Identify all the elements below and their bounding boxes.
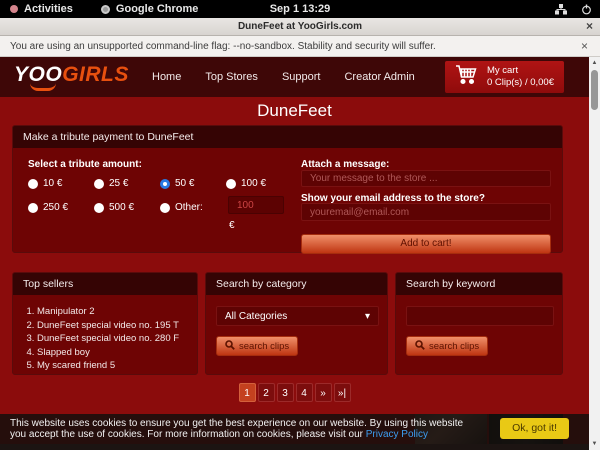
nav-creator-admin[interactable]: Creator Admin <box>344 71 414 83</box>
category-select[interactable]: All Categories ▾ <box>216 306 379 326</box>
radio-50-selected[interactable] <box>160 179 170 189</box>
search-clips-category-button[interactable]: search clips <box>216 336 298 356</box>
web-page: YOOGIRLS Home Top Stores Support Creator… <box>0 57 589 450</box>
other-amount-input[interactable] <box>228 196 284 214</box>
logo-girls: GIRLS <box>62 63 129 86</box>
message-label: Attach a message: <box>301 159 389 170</box>
add-to-cart-button[interactable]: Add to cart! <box>301 234 551 254</box>
top-sellers-panel: Top sellers Manipulator 2 DuneFeet speci… <box>12 272 198 375</box>
amount-option-100[interactable]: 100 € <box>226 178 292 189</box>
list-item[interactable]: DuneFeet special video no. 195 T <box>37 319 197 333</box>
cookie-text: This website uses cookies to ensure you … <box>0 418 480 441</box>
page-last-button[interactable]: »| <box>334 383 351 402</box>
power-icon[interactable] <box>581 4 592 15</box>
window-close-button[interactable]: × <box>586 19 593 33</box>
page-button-3[interactable]: 3 <box>277 383 294 402</box>
radio-25[interactable] <box>94 179 104 189</box>
radio-10[interactable] <box>28 179 38 189</box>
chrome-warning-bar: You are using an unsupported command-lin… <box>0 36 600 57</box>
email-input[interactable] <box>301 203 551 221</box>
page-button-2[interactable]: 2 <box>258 383 275 402</box>
clock[interactable]: Sep 1 13:29 <box>0 3 600 15</box>
network-icon[interactable] <box>555 4 567 15</box>
page-next-button[interactable]: » <box>315 383 332 402</box>
pagination: 1234»»| <box>0 383 589 402</box>
content-strip <box>0 444 589 450</box>
amount-row-1: 10 € 25 € 50 € 100 € <box>28 178 292 189</box>
window-title-bar: DuneFeet at YooGirls.com × <box>0 18 600 36</box>
system-top-bar: Activities Google Chrome Sep 1 13:29 <box>0 0 600 18</box>
amount-label: Select a tribute amount: <box>28 159 142 170</box>
amount-option-250[interactable]: 250 € <box>28 202 94 213</box>
top-sellers-list: Manipulator 2 DuneFeet special video no.… <box>37 305 197 373</box>
scroll-down-arrow[interactable]: ▼ <box>589 438 600 450</box>
amount-option-25[interactable]: 25 € <box>94 178 160 189</box>
nav-top-stores[interactable]: Top Stores <box>205 71 258 83</box>
search-clips-keyword-button[interactable]: search clips <box>406 336 488 356</box>
radio-500[interactable] <box>94 203 104 213</box>
amount-row-2: 250 € 500 € Other: <box>28 202 228 213</box>
category-select-value: All Categories <box>225 311 287 322</box>
window-title: DuneFeet at YooGirls.com <box>238 21 362 32</box>
amount-option-500[interactable]: 500 € <box>94 202 160 213</box>
cookie-banner: This website uses cookies to ensure you … <box>0 414 589 444</box>
amount-option-other[interactable]: Other: <box>160 202 228 213</box>
warning-close-button[interactable]: × <box>581 39 588 53</box>
search-keyword-header: Search by keyword <box>396 273 562 295</box>
message-input[interactable] <box>301 170 551 187</box>
radio-100[interactable] <box>226 179 236 189</box>
my-cart-button[interactable]: My cart 0 Clip(s) / 0,00€ <box>445 61 564 93</box>
nav-support[interactable]: Support <box>282 71 321 83</box>
scroll-up-arrow[interactable]: ▲ <box>589 57 600 69</box>
cart-icon <box>455 64 479 91</box>
amount-option-10[interactable]: 10 € <box>28 178 94 189</box>
tribute-panel-header: Make a tribute payment to DuneFeet <box>13 126 562 148</box>
radio-250[interactable] <box>28 203 38 213</box>
search-category-panel: Search by category All Categories ▾ sear… <box>205 272 388 375</box>
search-icon <box>415 340 425 353</box>
cart-label: My cart <box>487 65 518 76</box>
page-button-1[interactable]: 1 <box>239 383 256 402</box>
scrollbar-thumb[interactable] <box>591 70 598 110</box>
page-title: DuneFeet <box>0 101 589 121</box>
search-keyword-panel: Search by keyword search clips <box>395 272 563 375</box>
page-button-4[interactable]: 4 <box>296 383 313 402</box>
site-header: YOOGIRLS Home Top Stores Support Creator… <box>0 57 589 97</box>
search-icon <box>225 340 235 353</box>
list-item[interactable]: My scared friend 5 <box>37 359 197 373</box>
main-nav: Home Top Stores Support Creator Admin <box>152 57 415 97</box>
nav-home[interactable]: Home <box>152 71 181 83</box>
cookie-accept-button[interactable]: Ok, got it! <box>500 418 569 439</box>
warning-text: You are using an unsupported command-lin… <box>10 41 436 52</box>
keyword-input[interactable] <box>406 306 554 326</box>
logo-smile-icon <box>30 83 56 91</box>
privacy-policy-link[interactable]: Privacy Policy <box>366 429 428 440</box>
screen: Activities Google Chrome Sep 1 13:29 Dun… <box>0 0 600 450</box>
tribute-panel: Make a tribute payment to DuneFeet Selec… <box>12 125 563 253</box>
radio-other[interactable] <box>160 203 170 213</box>
list-item[interactable]: Slapped boy <box>37 346 197 360</box>
cart-contents: 0 Clip(s) / 0,00€ <box>487 77 554 88</box>
list-item[interactable]: Manipulator 2 <box>37 305 197 319</box>
list-item[interactable]: DuneFeet special video no. 280 F <box>37 332 197 346</box>
chevron-down-icon: ▾ <box>365 311 370 322</box>
currency-symbol: € <box>229 220 235 231</box>
top-sellers-header: Top sellers <box>13 273 197 295</box>
scrollbar[interactable]: ▲ ▼ <box>589 57 600 450</box>
search-category-header: Search by category <box>206 273 387 295</box>
amount-option-50[interactable]: 50 € <box>160 178 226 189</box>
